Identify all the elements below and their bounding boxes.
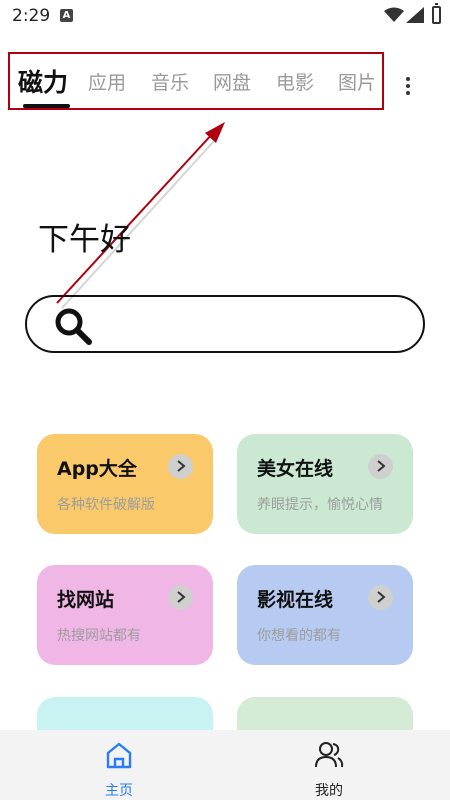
chevron-right-icon [368,585,393,610]
nav-profile[interactable]: 我的 [269,738,389,799]
card-title: App大全 [57,458,137,480]
card-title: 找网站 [57,589,115,611]
signal-icon [406,7,424,23]
card-subtitle: 你想看的都有 [257,628,341,644]
profile-icon [315,742,344,768]
card-title: 影视在线 [257,589,334,611]
card-video-online[interactable]: 影视在线 你想看的都有 [237,565,413,665]
nav-home-label: 主页 [105,783,133,799]
battery-icon [432,3,441,24]
annotation-arrow [56,122,225,309]
annotation-highlight-box [8,52,384,110]
home-icon [106,742,132,769]
chevron-right-icon [168,454,193,479]
notification-badge: A [60,9,73,22]
card-subtitle: 各种软件破解版 [57,497,155,513]
search-icon[interactable] [53,306,93,346]
card-title: 美女在线 [257,458,334,480]
card-subtitle: 养眼提示，愉悦心情 [257,497,383,513]
wifi-icon [384,7,404,22]
bottom-navigation: 主页 我的 [0,730,450,800]
greeting-heading: 下午好 [38,222,131,258]
card-find-websites[interactable]: 找网站 热搜网站都有 [37,565,213,665]
card-beauty-online[interactable]: 美女在线 养眼提示，愉悦心情 [237,434,413,534]
nav-profile-label: 我的 [315,783,343,799]
chevron-right-icon [368,454,393,479]
card-subtitle: 热搜网站都有 [57,628,141,644]
chevron-right-icon [168,585,193,610]
more-options-icon[interactable] [400,74,416,98]
status-time: 2:29 [12,6,51,26]
search-bar[interactable] [25,295,425,353]
status-bar: 2:29 A [0,0,450,32]
card-app-collection[interactable]: App大全 各种软件破解版 [37,434,213,534]
nav-home[interactable]: 主页 [59,738,179,799]
